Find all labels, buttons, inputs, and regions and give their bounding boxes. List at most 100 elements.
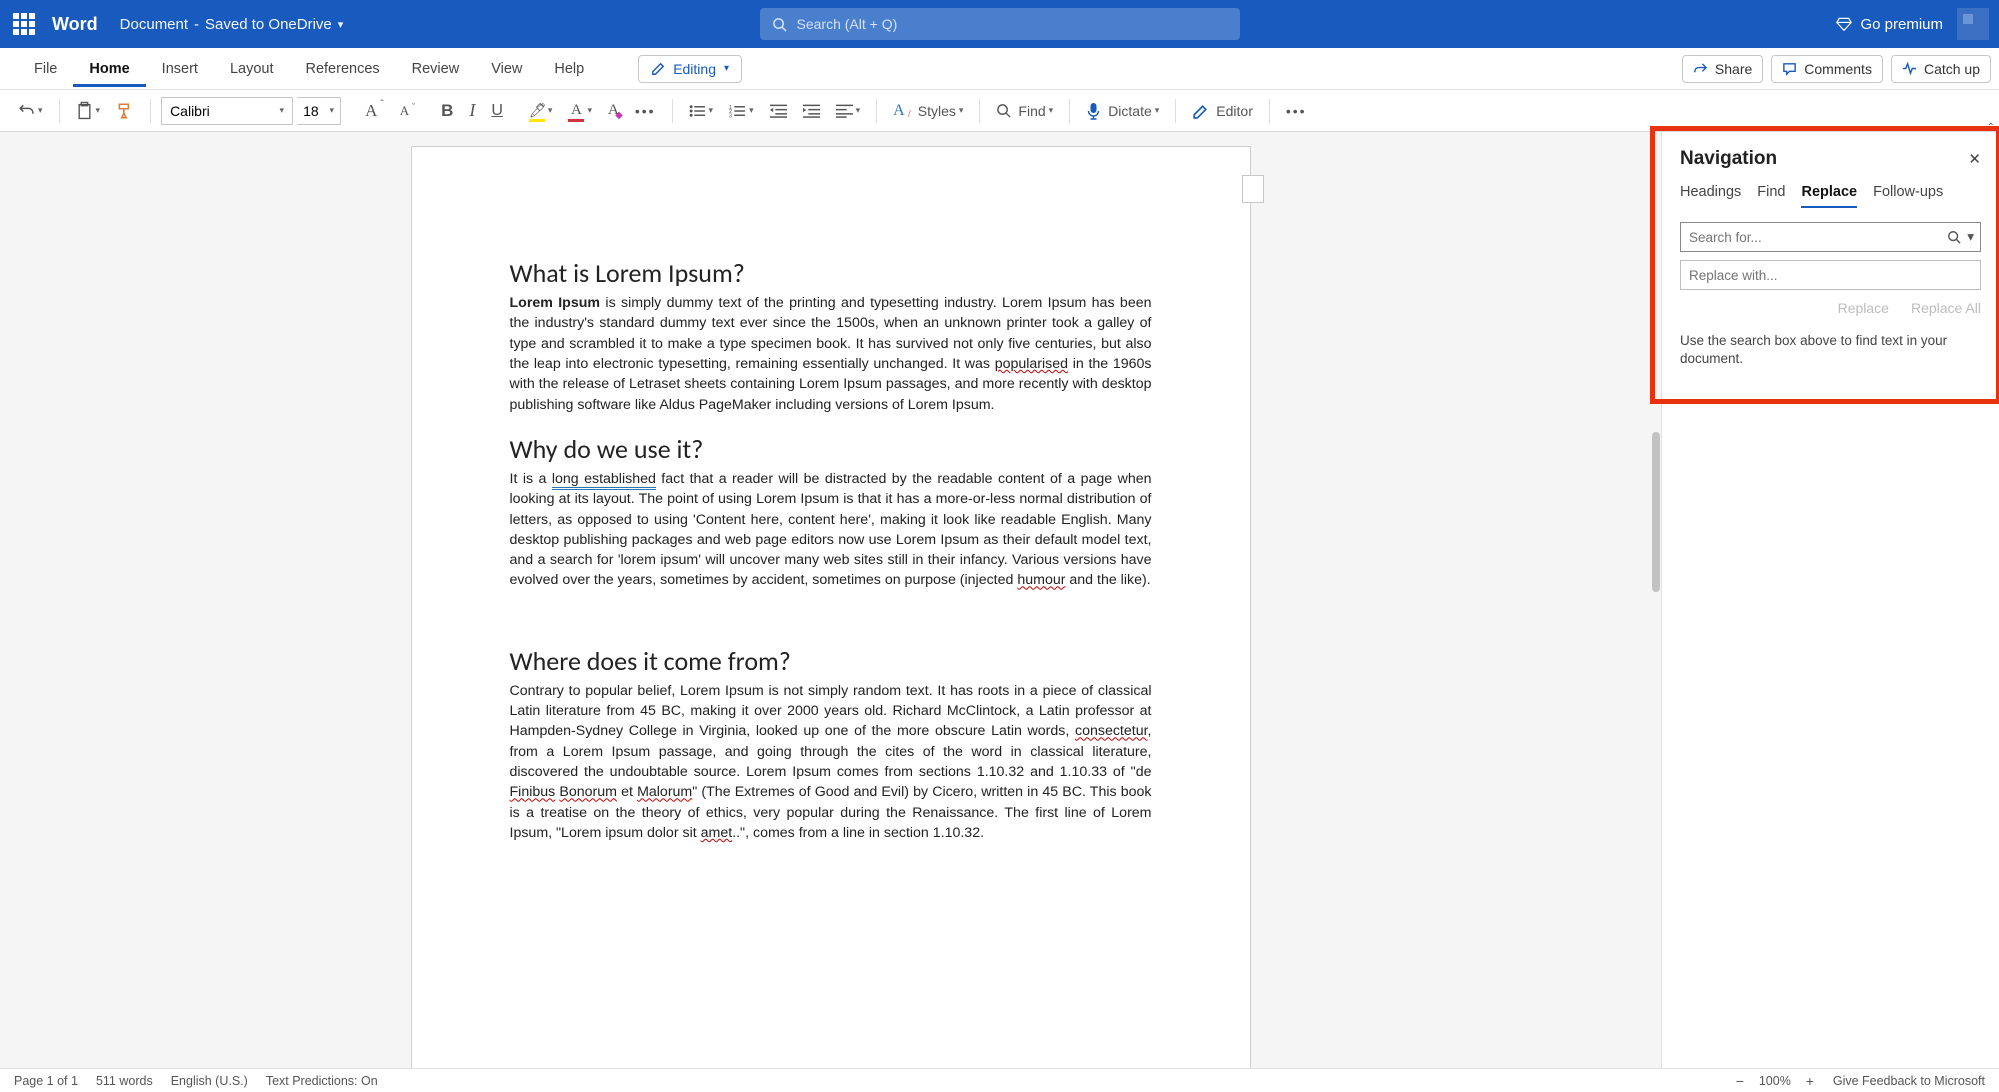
highlight-icon: 🖊: [529, 102, 545, 119]
shrink-font-button[interactable]: Aˇ: [394, 99, 421, 123]
styles-button[interactable]: A/ Styles ▾: [887, 98, 969, 124]
paragraph-3: Contrary to popular belief, Lorem Ipsum …: [510, 681, 1152, 844]
scrollbar-thumb[interactable]: [1652, 432, 1660, 592]
format-painter-button[interactable]: [110, 98, 140, 124]
close-icon[interactable]: ✕: [1968, 150, 1981, 168]
highlight-color-button[interactable]: 🖊 ▾: [523, 98, 559, 123]
chevron-down-icon: ▾: [330, 105, 335, 116]
more-commands-button[interactable]: •••: [1280, 99, 1313, 123]
replace-all-button[interactable]: Replace All: [1911, 300, 1981, 316]
catchup-label: Catch up: [1924, 61, 1980, 77]
document-scroll-area[interactable]: What is Lorem Ipsum? Lorem Ipsum is simp…: [0, 132, 1661, 1068]
find-button[interactable]: Find ▾: [990, 99, 1059, 123]
menu-file[interactable]: File: [18, 51, 73, 87]
more-font-button[interactable]: •••: [629, 99, 662, 123]
menu-references[interactable]: References: [289, 51, 395, 87]
increase-indent-button[interactable]: [797, 100, 826, 122]
account-avatar[interactable]: [1957, 8, 1989, 40]
find-label: Find: [1018, 103, 1045, 119]
heading-3: Where does it come from?: [510, 645, 1152, 677]
share-icon: [1693, 61, 1708, 76]
styles-label: Styles: [918, 103, 956, 119]
search-for-field[interactable]: ▾: [1680, 222, 1981, 252]
svg-text:3: 3: [729, 113, 732, 118]
replace-with-field[interactable]: [1680, 260, 1981, 290]
menu-home[interactable]: Home: [73, 51, 145, 87]
tab-replace[interactable]: Replace: [1801, 184, 1857, 208]
zoom-out-button[interactable]: −: [1733, 1073, 1747, 1089]
editing-label: Editing: [673, 61, 716, 77]
header-handle[interactable]: [1242, 175, 1264, 203]
activity-icon: [1902, 61, 1917, 76]
word-count[interactable]: 511 words: [96, 1074, 153, 1088]
feedback-link[interactable]: Give Feedback to Microsoft: [1833, 1074, 1985, 1088]
menu-view[interactable]: View: [475, 51, 538, 87]
navigation-title: Navigation: [1680, 148, 1777, 170]
font-size-select[interactable]: 18 ▾: [297, 97, 341, 125]
search-placeholder: Search (Alt + Q): [797, 16, 898, 32]
document-title[interactable]: Document - Saved to OneDrive ▾: [120, 16, 344, 33]
share-button[interactable]: Share: [1682, 55, 1763, 83]
editing-mode-button[interactable]: Editing ▾: [638, 55, 742, 83]
chevron-down-icon[interactable]: ▾: [1967, 229, 1974, 245]
replace-button[interactable]: Replace: [1838, 300, 1889, 316]
app-launcher-icon[interactable]: [10, 10, 38, 38]
grow-font-button[interactable]: Aˆ: [359, 97, 390, 125]
chevron-down-icon: ▾: [280, 105, 285, 116]
italic-button[interactable]: I: [463, 96, 481, 125]
editor-label: Editor: [1216, 103, 1253, 119]
comments-button[interactable]: Comments: [1771, 55, 1883, 83]
bold-button[interactable]: B: [435, 97, 459, 125]
page-indicator[interactable]: Page 1 of 1: [14, 1074, 78, 1088]
numbering-button[interactable]: 123 ▾: [723, 100, 760, 122]
search-box[interactable]: Search (Alt + Q): [760, 8, 1240, 40]
underline-button[interactable]: U: [485, 98, 509, 124]
paragraph-1: Lorem Ipsum is simply dummy text of the …: [510, 293, 1152, 415]
pencil-icon: [651, 62, 665, 76]
editor-button[interactable]: Editor: [1186, 98, 1259, 123]
font-size-value: 18: [303, 103, 319, 119]
font-color-button[interactable]: A ▾: [562, 98, 598, 123]
search-icon[interactable]: [1947, 230, 1961, 244]
document-page[interactable]: What is Lorem Ipsum? Lorem Ipsum is simp…: [411, 146, 1251, 1068]
menu-insert[interactable]: Insert: [146, 51, 214, 87]
paste-button[interactable]: ▾: [70, 97, 107, 125]
document-name: Document: [120, 16, 188, 33]
catchup-button[interactable]: Catch up: [1891, 55, 1991, 83]
tab-followups[interactable]: Follow-ups: [1873, 184, 1943, 208]
replace-with-input[interactable]: [1689, 268, 1972, 283]
font-name-value: Calibri: [170, 103, 210, 119]
styles-icon: A: [893, 102, 905, 120]
tab-headings[interactable]: Headings: [1680, 184, 1741, 208]
decrease-indent-button[interactable]: [764, 100, 793, 122]
app-name: Word: [52, 14, 98, 35]
heading-2: Why do we use it?: [510, 433, 1152, 465]
font-name-select[interactable]: Calibri ▾: [161, 97, 293, 125]
navigation-hint: Use the search box above to find text in…: [1680, 332, 1981, 368]
menu-review[interactable]: Review: [396, 51, 476, 87]
chevron-down-icon: ▾: [338, 18, 344, 31]
navigation-pane: Navigation ✕ Headings Find Replace Follo…: [1661, 132, 1999, 1068]
share-label: Share: [1715, 61, 1752, 77]
menu-layout[interactable]: Layout: [214, 51, 290, 87]
search-icon: [772, 17, 787, 32]
undo-button[interactable]: ▾: [12, 98, 49, 123]
clear-format-icon: A◆: [608, 102, 619, 119]
zoom-in-button[interactable]: +: [1803, 1073, 1817, 1089]
menu-help[interactable]: Help: [538, 51, 600, 87]
comment-icon: [1782, 61, 1797, 76]
zoom-value[interactable]: 100%: [1759, 1074, 1791, 1088]
tab-find[interactable]: Find: [1757, 184, 1785, 208]
workspace: What is Lorem Ipsum? Lorem Ipsum is simp…: [0, 132, 1999, 1068]
clear-formatting-button[interactable]: A◆: [602, 98, 625, 123]
navigation-tabs: Headings Find Replace Follow-ups: [1680, 184, 1981, 208]
bullets-button[interactable]: ▾: [683, 100, 720, 122]
text-predictions-indicator[interactable]: Text Predictions: On: [266, 1074, 378, 1088]
language-indicator[interactable]: English (U.S.): [171, 1074, 248, 1088]
menu-bar: File Home Insert Layout References Revie…: [0, 48, 1999, 90]
go-premium-button[interactable]: Go premium: [1836, 16, 1943, 33]
align-button[interactable]: ▾: [830, 100, 867, 122]
dictate-button[interactable]: Dictate ▾: [1080, 98, 1165, 124]
search-for-input[interactable]: [1689, 230, 1947, 245]
chevron-down-icon: ▾: [724, 63, 729, 74]
